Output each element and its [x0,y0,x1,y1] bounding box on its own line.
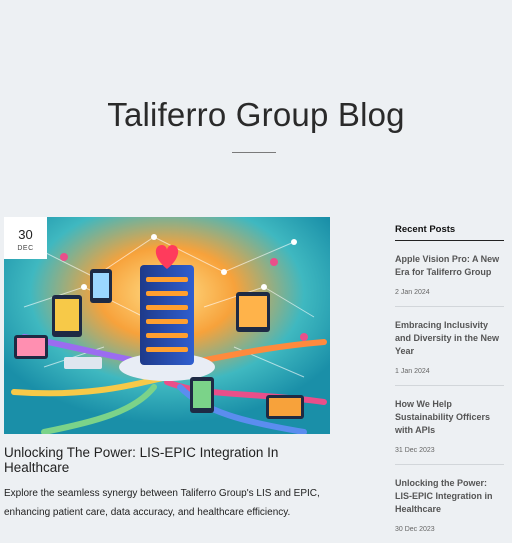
featured-post-title[interactable]: Unlocking The Power: LIS-EPIC Integratio… [4,445,330,475]
recent-post-item: Embracing Inclusivity and Diversity in t… [395,307,504,386]
recent-post-date: 30 Dec 2023 [395,526,435,533]
page-title: Taliferro Group Blog [107,96,405,133]
recent-post-link[interactable]: Embracing Inclusivity and Diversity in t… [395,319,504,358]
date-day: 30 [18,227,33,242]
date-badge: 30 DEC [4,217,47,259]
recent-post-link[interactable]: How We Help Sustainability Officers with… [395,398,504,437]
recent-post-link[interactable]: Apple Vision Pro: A New Era for Taliferr… [395,253,504,279]
recent-posts-sidebar: Recent Posts Apple Vision Pro: A New Era… [395,224,504,543]
recent-posts-heading: Recent Posts [395,224,504,241]
recent-post-date: 31 Dec 2023 [395,447,435,454]
recent-post-item: Apple Vision Pro: A New Era for Taliferr… [395,241,504,307]
featured-post-card: 30 DEC Unlocking The Power: LIS-EPIC Int… [4,217,330,522]
title-divider [232,152,276,153]
featured-post-excerpt: Explore the seamless synergy between Tal… [4,488,320,518]
recent-post-link[interactable]: Unlocking the Power: LIS-EPIC Integratio… [395,477,504,516]
recent-post-item: How We Help Sustainability Officers with… [395,386,504,465]
healthcare-server-illustration [4,217,330,434]
recent-post-date: 1 Jan 2024 [395,368,430,375]
date-month: DEC [17,245,34,252]
featured-post-image[interactable]: 30 DEC [4,217,330,434]
recent-post-item: Unlocking the Power: LIS-EPIC Integratio… [395,465,504,543]
recent-post-date: 2 Jan 2024 [395,289,430,296]
